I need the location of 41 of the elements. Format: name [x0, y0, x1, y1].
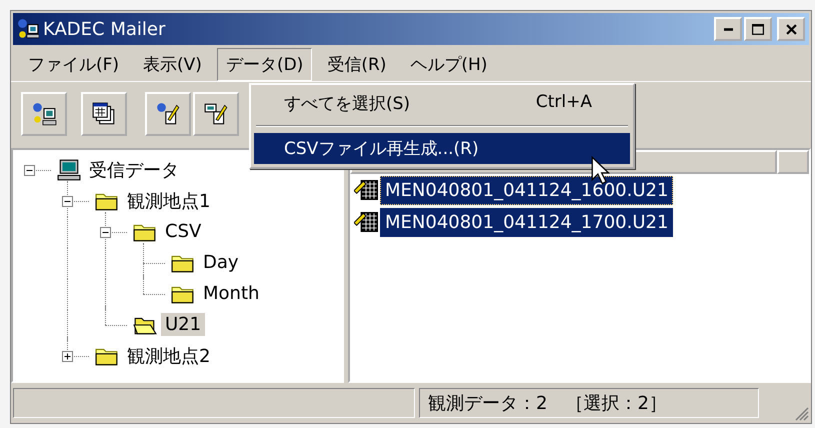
file-item[interactable]: MEN040801_041124_1700.U21: [380, 208, 674, 236]
menu-item[interactable]: データ(D): [216, 48, 312, 80]
network-computer-icon: [31, 101, 57, 127]
tree-item[interactable]: 観測地点1: [123, 188, 214, 214]
menu-item[interactable]: 表示(V): [134, 48, 211, 80]
status-text: 観測データ：2 ［選択：2］: [419, 388, 759, 418]
toolbar-button[interactable]: [81, 92, 127, 136]
tree-item[interactable]: Day: [199, 251, 243, 274]
menu-entry[interactable]: CSVファイル再生成...(R): [254, 133, 630, 164]
toolbar-button[interactable]: [145, 92, 191, 136]
app-icon: [17, 18, 39, 40]
expander-icon[interactable]: [62, 350, 73, 362]
tree-item[interactable]: Month: [199, 282, 264, 305]
resize-grip-icon[interactable]: [793, 405, 809, 421]
menu-item[interactable]: ヘルプ(H): [401, 48, 496, 80]
menu-item[interactable]: 受信(R): [318, 48, 396, 80]
close-button[interactable]: [777, 17, 805, 41]
expander-icon[interactable]: [24, 164, 35, 176]
toolbar-button[interactable]: [21, 92, 67, 136]
maximize-button[interactable]: [744, 17, 772, 41]
tree-item[interactable]: 受信データ: [85, 156, 183, 182]
menu-entry[interactable]: すべてを選択(S) Ctrl+A: [254, 88, 630, 119]
menu-item[interactable]: ファイル(F): [19, 48, 128, 80]
close-icon: [786, 24, 796, 34]
expander-icon[interactable]: [100, 226, 111, 238]
tree-item[interactable]: U21: [161, 313, 206, 336]
toolbar-button[interactable]: [193, 92, 239, 136]
minimize-icon: [724, 28, 732, 30]
windows-stack-icon: [91, 101, 117, 127]
tree-item[interactable]: 観測地点2: [123, 342, 214, 368]
computer-icon: [57, 158, 81, 180]
file-item[interactable]: MEN040801_041124_1600.U21: [380, 176, 674, 204]
tree-item[interactable]: CSV: [161, 220, 206, 243]
globe-document-icon: [155, 101, 181, 127]
window-title: KADEC Mailer: [43, 18, 166, 40]
minimize-button[interactable]: [714, 17, 742, 41]
maximize-icon: [752, 24, 764, 34]
data-file-icon: [354, 212, 378, 232]
computer-document-icon: [203, 101, 229, 127]
expander-icon[interactable]: [62, 196, 73, 206]
data-file-icon: [354, 180, 378, 200]
